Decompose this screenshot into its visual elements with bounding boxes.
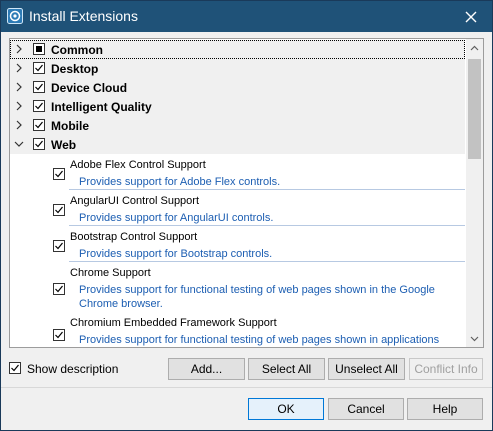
unselect-all-button[interactable]: Unselect All: [328, 358, 405, 380]
description-line: Provides support for functional testing …: [79, 284, 435, 296]
ok-button[interactable]: OK: [248, 398, 324, 420]
description-underline: [69, 261, 465, 262]
chevron-right-icon[interactable]: [13, 81, 25, 93]
chevron-down-icon[interactable]: [13, 138, 25, 150]
extension-name: Adobe Flex Control Support: [70, 159, 206, 171]
window-title: Install Extensions: [29, 8, 138, 24]
extension-item-chromium-embedded[interactable]: Chromium Embedded Framework Support Prov…: [10, 313, 465, 347]
category-label: Intelligent Quality: [51, 100, 152, 114]
category-label: Desktop: [51, 62, 99, 76]
category-label: Web: [51, 138, 77, 152]
help-button[interactable]: Help: [407, 398, 483, 420]
chevron-right-icon[interactable]: [13, 43, 25, 55]
footer-divider: [1, 387, 492, 388]
extension-item-adobe-flex[interactable]: Adobe Flex Control Support Provides supp…: [10, 155, 465, 192]
extension-description: Provides support for functional testing …: [79, 334, 440, 346]
category-checkbox-web[interactable]: [33, 138, 45, 150]
extension-description: Provides support for Adobe Flex controls…: [79, 176, 281, 188]
category-checkbox-mobile[interactable]: [33, 119, 45, 131]
category-row-intelligent-quality[interactable]: Intelligent Quality: [10, 97, 465, 116]
cancel-button[interactable]: Cancel: [328, 398, 404, 420]
category-row-device-cloud[interactable]: Device Cloud: [10, 78, 465, 97]
app-logo-icon: [7, 8, 23, 24]
scroll-down-arrow-icon[interactable]: [466, 330, 483, 347]
extension-checkbox[interactable]: [53, 283, 65, 295]
description-line: Chrome browser.: [79, 298, 163, 310]
extension-name: AngularUI Control Support: [70, 195, 200, 207]
chevron-right-icon[interactable]: [13, 62, 25, 74]
category-row-web[interactable]: Web: [10, 135, 465, 154]
category-checkbox-device-cloud[interactable]: [33, 81, 45, 93]
extension-item-bootstrap[interactable]: Bootstrap Control Support Provides suppo…: [10, 227, 465, 264]
scroll-up-arrow-icon[interactable]: [466, 39, 483, 56]
conflict-info-button[interactable]: Conflict Info: [409, 358, 483, 380]
vertical-scrollbar[interactable]: [466, 39, 483, 347]
extension-checkbox[interactable]: [53, 240, 65, 252]
extensions-tree[interactable]: Common Desktop Device Cloud Intelligent …: [9, 38, 484, 348]
category-label: Mobile: [51, 119, 89, 133]
add-button[interactable]: Add...: [168, 358, 245, 380]
title-bar: Install Extensions: [1, 1, 492, 32]
select-all-button[interactable]: Select All: [248, 358, 325, 380]
chevron-right-icon[interactable]: [13, 100, 25, 112]
extension-name: Bootstrap Control Support: [70, 231, 198, 243]
close-icon: [465, 11, 477, 22]
extension-item-chrome[interactable]: Chrome Support Provides support for func…: [10, 263, 465, 314]
category-row-mobile[interactable]: Mobile: [10, 116, 465, 135]
category-label: Common: [51, 43, 103, 57]
extension-name: Chrome Support: [70, 267, 151, 279]
chevron-right-icon[interactable]: [13, 119, 25, 131]
extension-description: Provides support for Bootstrap controls.: [79, 248, 273, 260]
show-description-checkbox[interactable]: [9, 362, 21, 374]
extension-checkbox[interactable]: [53, 168, 65, 180]
category-checkbox-desktop[interactable]: [33, 62, 45, 74]
extension-description: Provides support for AngularUI controls.: [79, 212, 274, 224]
extension-checkbox[interactable]: [53, 329, 65, 341]
install-extensions-dialog: Install Extensions Common Desktop Device…: [0, 0, 493, 431]
category-row-desktop[interactable]: Desktop: [10, 59, 465, 78]
extension-name: Chromium Embedded Framework Support: [70, 317, 277, 329]
category-checkbox-common[interactable]: [33, 43, 45, 55]
close-window-button[interactable]: [450, 1, 492, 32]
category-label: Device Cloud: [51, 81, 128, 95]
extension-checkbox[interactable]: [53, 204, 65, 216]
category-checkbox-intelligent-quality[interactable]: [33, 100, 45, 112]
scrollbar-thumb[interactable]: [468, 59, 481, 159]
description-underline: [69, 225, 465, 226]
description-underline: [69, 189, 465, 190]
extension-description: Provides support for functional testing …: [79, 283, 459, 311]
extension-item-angularui[interactable]: AngularUI Control Support Provides suppo…: [10, 191, 465, 228]
category-row-common[interactable]: Common: [10, 40, 465, 59]
show-description-label: Show description: [27, 362, 119, 376]
